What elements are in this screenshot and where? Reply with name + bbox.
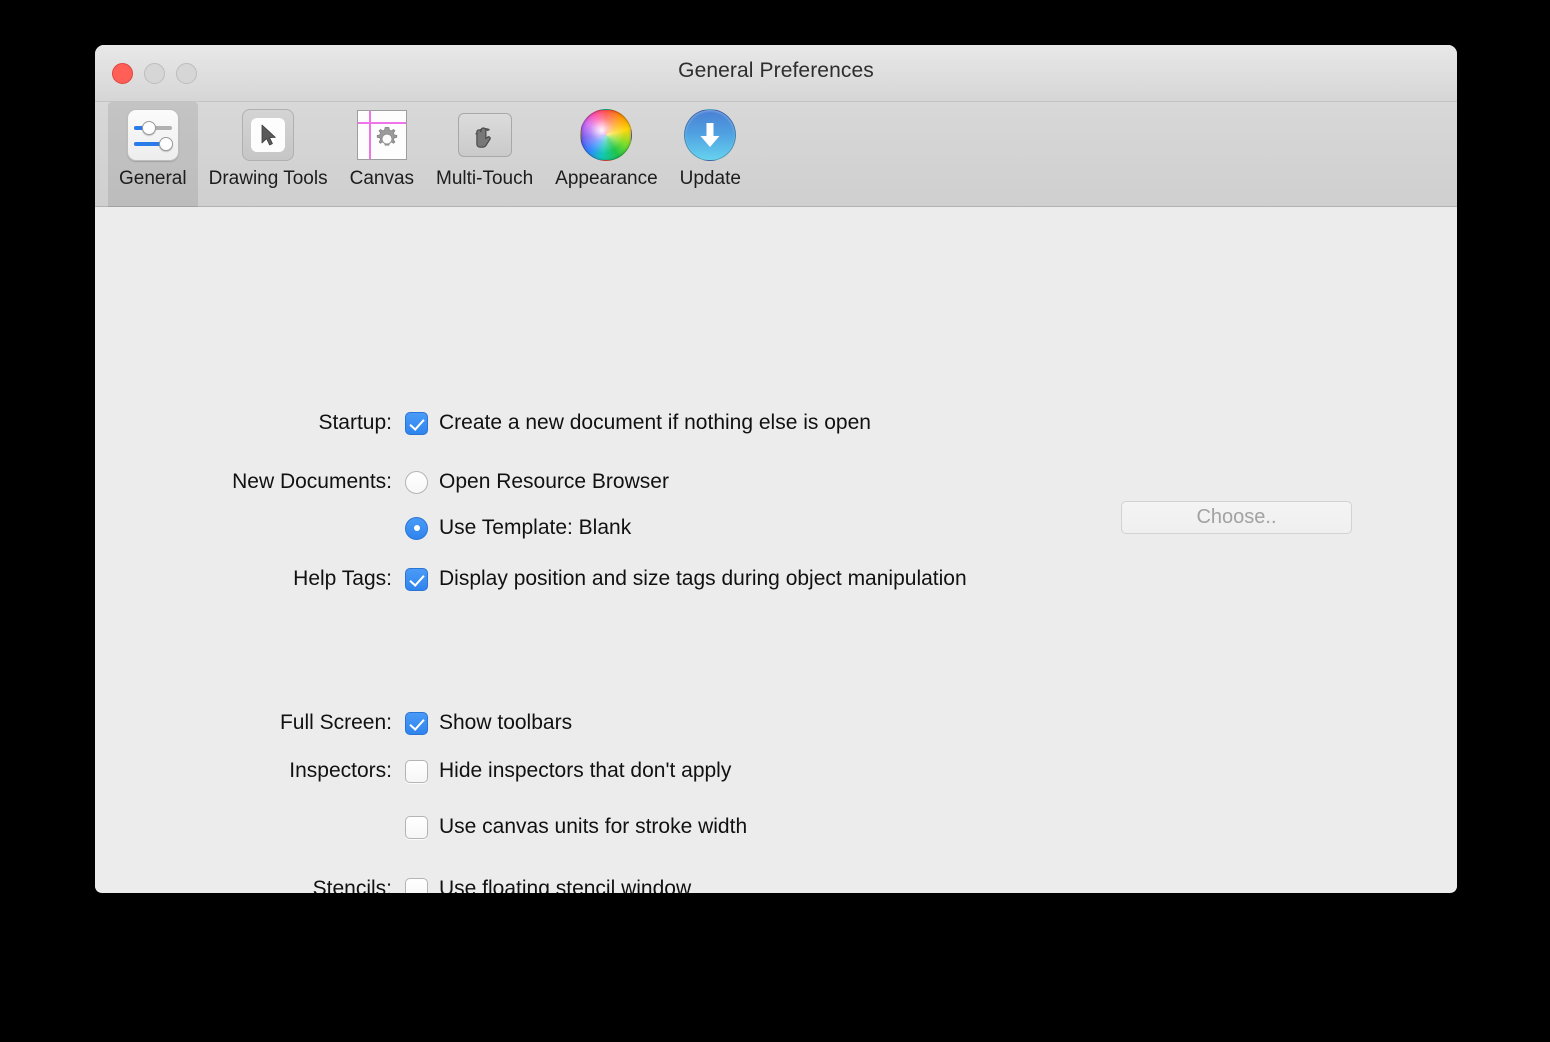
inspectors-checkbox-row-1[interactable]: Hide inspectors that don't apply	[405, 758, 747, 784]
color-wheel-icon	[578, 107, 634, 163]
tab-multi-touch[interactable]: Multi-Touch	[425, 102, 544, 207]
preferences-toolbar: General Drawing Tools Canvas Multi-Touch…	[95, 102, 1457, 207]
help-tags-checkbox-row[interactable]: Display position and size tags during ob…	[405, 566, 967, 592]
stencils-label: Stencils:	[312, 877, 392, 893]
radio-open-resource-browser-label: Open Resource Browser	[439, 470, 669, 493]
choose-template-button[interactable]: Choose..	[1121, 501, 1352, 534]
preferences-content: Startup: Create a new document if nothin…	[95, 207, 1457, 893]
show-toolbars-checkbox[interactable]	[405, 711, 428, 735]
startup-checkbox[interactable]	[405, 411, 428, 435]
preferences-window: General Preferences General Drawing Tool…	[95, 45, 1457, 893]
full-screen-checkbox-row[interactable]: Show toolbars	[405, 710, 572, 736]
row-full-screen: Full Screen: Show toolbars	[95, 710, 572, 736]
new-documents-option-use-template[interactable]: Use Template: Blank	[405, 515, 669, 541]
tab-drawing-tools[interactable]: Drawing Tools	[198, 102, 339, 207]
row-help-tags: Help Tags: Display position and size tag…	[95, 566, 967, 592]
canvas-units-stroke-width-label: Use canvas units for stroke width	[439, 815, 748, 838]
help-tags-checkbox[interactable]	[405, 567, 428, 591]
tab-general-label: General	[119, 168, 187, 189]
tab-drawing-tools-label: Drawing Tools	[208, 168, 328, 189]
tab-general[interactable]: General	[108, 102, 198, 207]
show-toolbars-label: Show toolbars	[439, 711, 573, 734]
new-documents-label: New Documents:	[232, 470, 392, 493]
floating-stencil-window-checkbox[interactable]	[405, 877, 428, 893]
radio-use-template-label: Use Template: Blank	[439, 516, 632, 539]
inspectors-checkbox-row-2[interactable]: Use canvas units for stroke width	[405, 814, 747, 840]
stencils-checkbox-row[interactable]: Use floating stencil window	[405, 876, 691, 893]
tab-canvas[interactable]: Canvas	[339, 102, 425, 207]
radio-open-resource-browser[interactable]	[405, 470, 428, 494]
startup-checkbox-label: Create a new document if nothing else is…	[439, 411, 871, 434]
startup-checkbox-row[interactable]: Create a new document if nothing else is…	[405, 410, 871, 436]
floating-stencil-window-label: Use floating stencil window	[439, 877, 692, 893]
row-startup: Startup: Create a new document if nothin…	[95, 410, 871, 436]
full-screen-label: Full Screen:	[279, 711, 392, 734]
canvas-units-stroke-width-checkbox[interactable]	[405, 815, 428, 839]
hide-inspectors-checkbox[interactable]	[405, 759, 428, 783]
download-arrow-icon	[682, 107, 738, 163]
tab-update[interactable]: Update	[669, 102, 752, 207]
tab-appearance[interactable]: Appearance	[544, 102, 668, 207]
touch-hand-icon	[457, 107, 513, 163]
tab-canvas-label: Canvas	[349, 168, 415, 189]
cursor-icon	[240, 107, 296, 163]
new-documents-option-resource-browser[interactable]: Open Resource Browser	[405, 469, 669, 495]
title-bar: General Preferences	[95, 45, 1457, 102]
row-new-documents: New Documents: Open Resource Browser Use…	[95, 469, 669, 541]
row-inspectors: Inspectors: Hide inspectors that don't a…	[95, 758, 747, 840]
canvas-grid-icon	[354, 107, 410, 163]
startup-label: Startup:	[318, 411, 392, 434]
window-title: General Preferences	[678, 59, 874, 82]
tab-update-label: Update	[679, 168, 741, 189]
hide-inspectors-label: Hide inspectors that don't apply	[439, 759, 732, 782]
tab-multi-touch-label: Multi-Touch	[436, 168, 534, 189]
help-tags-label: Help Tags:	[293, 567, 392, 590]
help-tags-checkbox-label: Display position and size tags during ob…	[439, 567, 967, 590]
tab-appearance-label: Appearance	[555, 168, 658, 189]
inspectors-label: Inspectors:	[289, 759, 392, 782]
row-stencils: Stencils: Use floating stencil window	[95, 876, 691, 893]
sliders-icon	[125, 107, 181, 163]
radio-use-template[interactable]	[405, 516, 428, 540]
